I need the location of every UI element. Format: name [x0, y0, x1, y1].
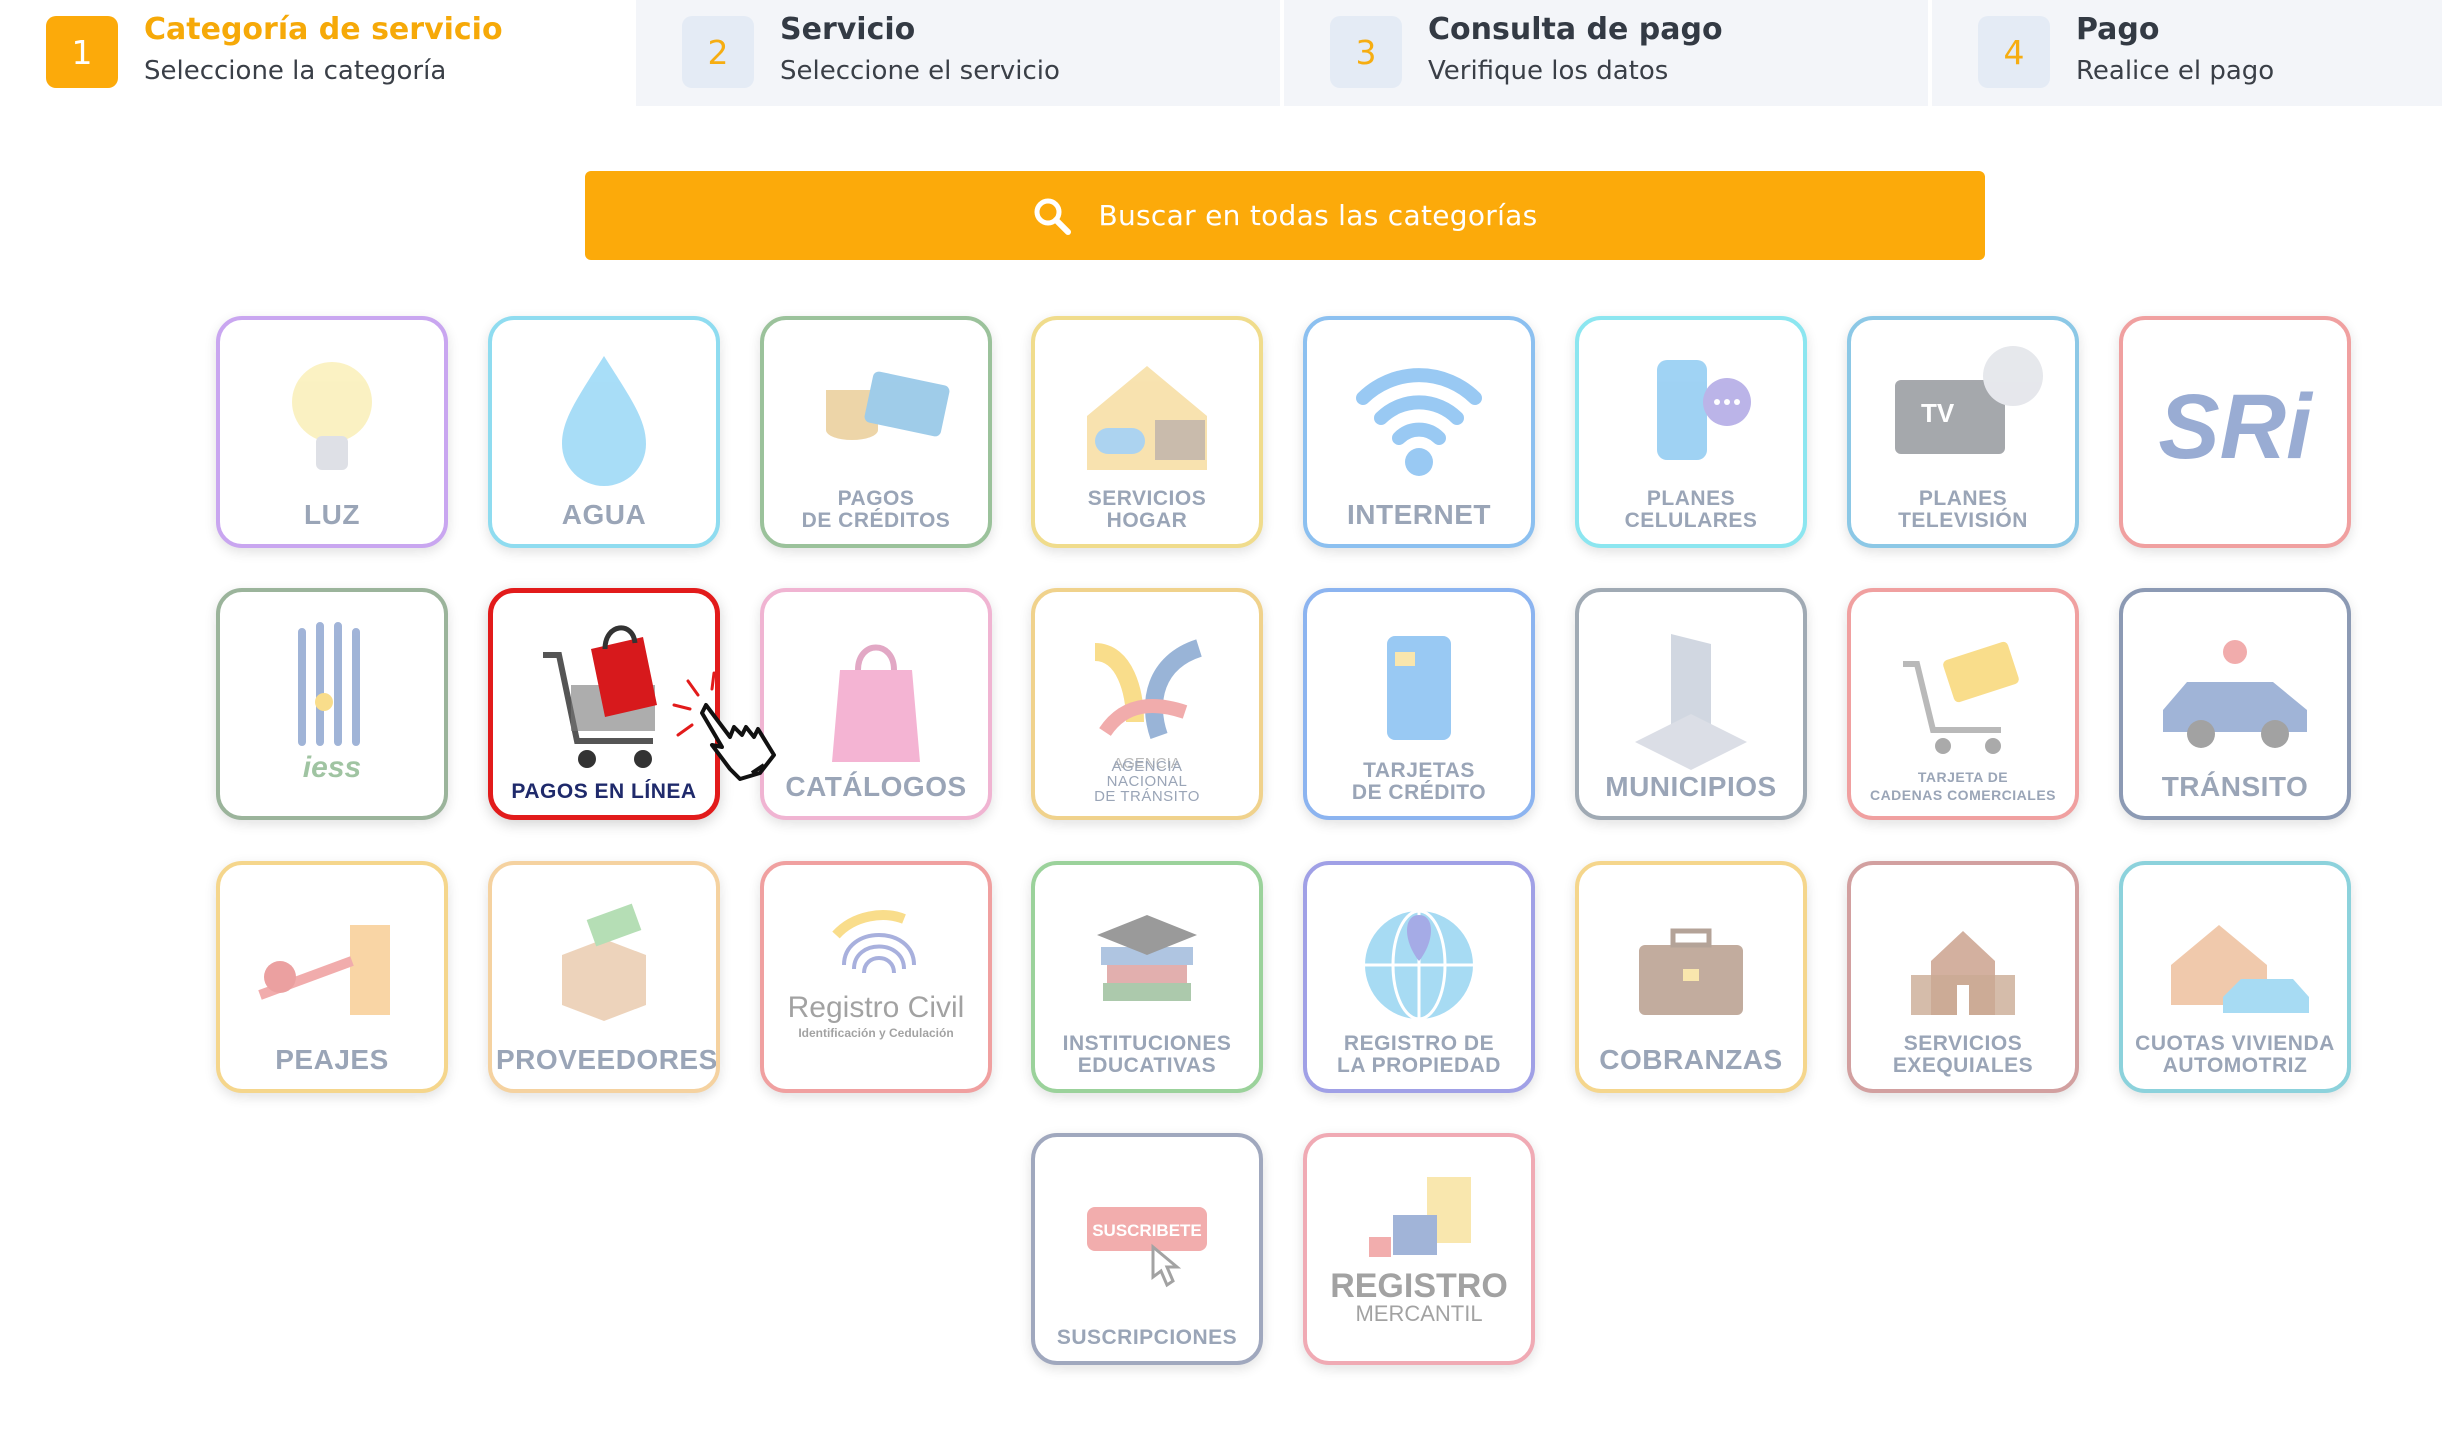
step-subtitle: Seleccione la categoría — [144, 56, 447, 86]
category-label: SUSCRIPCIONES — [1056, 1326, 1238, 1349]
step-subtitle: Realice el pago — [2076, 56, 2275, 86]
category-label: PLANES TELEVISIÓN — [1898, 487, 2028, 532]
category-tile-servicios-exequiales[interactable]: SERVICIOS EXEQUIALES — [1847, 861, 2079, 1093]
category-tile-pagos-de-creditos[interactable]: PAGOS DE CRÉDITOS — [760, 316, 992, 548]
svg-text:SRi: SRi — [2158, 376, 2314, 478]
step-title: Servicio — [780, 12, 916, 47]
search-placeholder: Buscar en todas las categorías — [1098, 199, 1538, 232]
category-label: CUOTAS VIVIENDA AUTOMOTRIZ — [2135, 1032, 2335, 1077]
hand-pointer-cursor-icon — [672, 671, 776, 781]
category-tile-internet[interactable]: INTERNET — [1303, 316, 1535, 548]
category-label: LUZ — [304, 499, 360, 530]
category-label: PAGOS DE CRÉDITOS — [801, 487, 951, 532]
category-label: AGUA — [561, 499, 647, 530]
category-tile-registro-de-la-propiedad[interactable]: REGISTRO DE LA PROPIEDAD — [1303, 861, 1535, 1093]
category-tile-agencia-nacional-de-transito[interactable]: AGENCIA AGENCIA NACIONAL DE TRÁNSITO — [1031, 588, 1263, 820]
category-tile-servicios-hogar[interactable]: SERVICIOS HOGAR — [1031, 316, 1263, 548]
category-label: TARJETA DE CADENAS COMERCIALES — [1869, 769, 2057, 803]
category-tile-cuotas-vivienda-automotriz[interactable]: CUOTAS VIVIENDA AUTOMOTRIZ — [2119, 861, 2351, 1093]
category-tile-luz[interactable]: LUZ — [216, 316, 448, 548]
category-tile-cobranzas[interactable]: COBRANZAS — [1575, 861, 1807, 1093]
step-number: 1 — [46, 16, 118, 88]
category-tile-instituciones-educativas[interactable]: INSTITUCIONES EDUCATIVAS — [1031, 861, 1263, 1093]
svg-text:iess: iess — [303, 751, 361, 784]
step-title: Pago — [2076, 12, 2160, 47]
step-number: 4 — [1978, 16, 2050, 88]
category-tile-registro-civil[interactable]: Registro Civil Identificación y Cedulació… — [760, 861, 992, 1093]
category-label: REGISTRO DE LA PROPIEDAD — [1337, 1032, 1501, 1077]
search-icon — [1034, 198, 1072, 235]
category-tile-tarjetas-de-credito[interactable]: TARJETAS DE CRÉDITO — [1303, 588, 1535, 820]
category-tile-agua[interactable]: AGUA — [488, 316, 720, 548]
svg-text:Registro Civil: Registro Civil — [788, 991, 965, 1024]
step-3[interactable]: 3 Consulta de pago Verifique los datos — [1284, 0, 1932, 106]
step-number: 3 — [1330, 16, 1402, 88]
step-1[interactable]: 1 Categoría de servicio Seleccione la ca… — [0, 0, 636, 106]
category-tile-peajes[interactable]: PEAJES — [216, 861, 448, 1093]
svg-text:MERCANTIL: MERCANTIL — [1355, 1301, 1482, 1326]
category-tile-iess[interactable]: iess — [216, 588, 448, 820]
step-number: 2 — [682, 16, 754, 88]
category-tile-catalogos[interactable]: CATÁLOGOS — [760, 588, 992, 820]
category-tile-registro[interactable]: REGISTRO MERCANTIL — [1303, 1133, 1535, 1365]
search-all-categories-button[interactable]: Buscar en todas las categorías — [585, 171, 1985, 260]
category-tile-planes-celulares[interactable]: PLANES CELULARES — [1575, 316, 1807, 548]
category-label: CATÁLOGOS — [785, 771, 967, 802]
svg-text:REGISTRO: REGISTRO — [1330, 1267, 1508, 1305]
category-label: PROVEEDORES — [496, 1044, 718, 1075]
category-tile-proveedores[interactable]: PROVEEDORES — [488, 861, 720, 1093]
category-label: TARJETAS DE CRÉDITO — [1351, 759, 1487, 804]
registro-mercantil-logo-icon: REGISTROMERCANTIL — [1330, 1177, 1508, 1326]
category-tile-transito[interactable]: TRÁNSITO — [2119, 588, 2351, 820]
fingerprint-icon: Registro Civil Identificación y Cedulació… — [788, 910, 965, 1040]
category-label: COBRANZAS — [1599, 1044, 1783, 1075]
category-label: SERVICIOS EXEQUIALES — [1892, 1032, 2034, 1077]
step-subtitle: Verifique los datos — [1428, 56, 1669, 86]
category-tile-sri[interactable]: SRi — [2119, 316, 2351, 548]
step-subtitle: Seleccione el servicio — [780, 56, 1060, 86]
category-label: PEAJES — [275, 1044, 389, 1075]
iess-logo-icon: iess — [298, 622, 361, 784]
category-label: INTERNET — [1347, 499, 1491, 530]
svg-text:TV: TV — [1921, 398, 1955, 428]
category-label: SERVICIOS HOGAR — [1087, 487, 1207, 532]
category-label: TRÁNSITO — [2161, 771, 2309, 802]
svg-text:Identificación y Cedulación: Identificación y Cedulación — [798, 1026, 953, 1040]
svg-text:SUSCRIBETE: SUSCRIBETE — [1092, 1221, 1202, 1240]
category-tile-municipios[interactable]: MUNICIPIOS — [1575, 588, 1807, 820]
category-tile-planes-television[interactable]: TV PLANES TELEVISIÓN — [1847, 316, 2079, 548]
category-label: MUNICIPIOS — [1605, 771, 1777, 802]
step-title: Consulta de pago — [1428, 12, 1723, 47]
category-label: PLANES CELULARES — [1624, 487, 1758, 532]
stepper: 1 Categoría de servicio Seleccione la ca… — [0, 0, 2442, 106]
step-4[interactable]: 4 Pago Realice el pago — [1932, 0, 2442, 106]
category-label: AGENCIA NACIONAL DE TRÁNSITO — [1094, 758, 1200, 805]
step-2[interactable]: 2 Servicio Seleccione el servicio — [636, 0, 1284, 106]
sri-logo-icon: SRi — [2158, 376, 2314, 478]
category-tile-tarjeta-de-cadenas-comerciales[interactable]: TARJETA DE CADENAS COMERCIALES — [1847, 588, 2079, 820]
step-title: Categoría de servicio — [144, 12, 503, 47]
category-tile-suscripciones[interactable]: SUSCRIBETE SUSCRIPCIONES — [1031, 1133, 1263, 1365]
category-label: INSTITUCIONES EDUCATIVAS — [1062, 1032, 1232, 1077]
